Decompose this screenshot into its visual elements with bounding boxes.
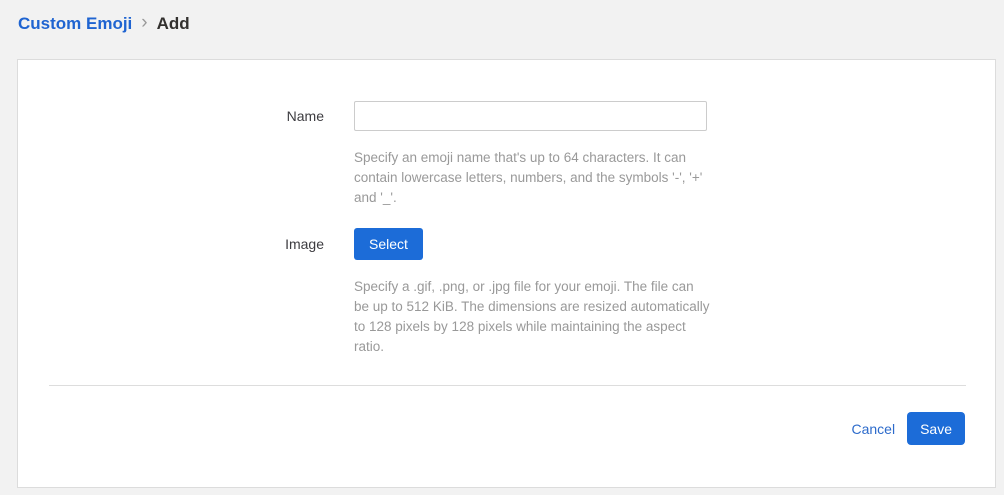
page-title: Add [156,14,190,33]
select-image-button[interactable]: Select [354,228,423,260]
image-label: Image [285,236,324,252]
image-help-text: Specify a .gif, .png, or .jpg file for y… [354,279,710,354]
chevron-right-icon: › [141,12,148,33]
save-button[interactable]: Save [907,412,965,445]
cancel-button[interactable]: Cancel [851,421,895,437]
name-input[interactable] [354,101,707,131]
breadcrumb: Custom Emoji › Add [0,0,1004,35]
name-help-text: Specify an emoji name that's up to 64 ch… [354,150,703,205]
name-label: Name [286,108,324,124]
name-row: Name [18,101,995,131]
form-footer: Cancel Save [18,386,995,445]
add-emoji-panel: Name Specify an emoji name that's up to … [17,59,996,488]
image-row: Image Select [18,228,995,260]
breadcrumb-link-custom-emoji[interactable]: Custom Emoji [18,14,132,34]
